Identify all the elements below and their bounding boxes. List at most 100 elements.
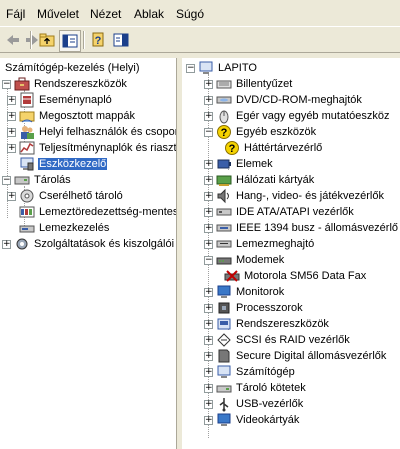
shared-folder-icon [19,111,35,123]
users-icon [21,126,34,139]
device-category-system-devices[interactable]: + Rendszereszközök [204,316,330,332]
expand-toggle[interactable]: + [204,207,213,217]
tree-item-performance-logs[interactable]: + Teljesítménynaplók és riasztások [7,140,176,156]
expand-toggle[interactable]: + [204,335,213,345]
computer-icon [217,365,231,378]
event-viewer-icon [20,92,34,108]
tree-item-disk-management[interactable]: Lemezkezelés [19,220,110,236]
device-storage-controller-unknown[interactable]: ? Háttértárvezérlő [224,140,323,156]
unknown-device-icon: ? [225,141,239,155]
device-category-processors[interactable]: + Processzorok [204,300,304,316]
device-category-modems[interactable]: − Modemek [204,252,285,268]
expand-toggle[interactable]: + [7,191,16,201]
expand-toggle[interactable]: + [204,319,213,329]
question-mark-icon: ? [217,125,231,139]
menu-bar: Fájl Művelet Nézet Ablak Súgó [0,0,400,26]
expand-toggle[interactable]: + [204,351,213,361]
battery-icon [217,159,231,169]
properties-button[interactable] [111,30,131,50]
device-manager-icon [20,157,34,171]
help-button[interactable]: ? [89,30,109,50]
back-button[interactable] [3,30,23,50]
svg-text:?: ? [221,127,228,139]
tree-item-removable-storage[interactable]: + Cserélhető tároló [7,188,124,204]
tree-item-storage[interactable]: − Tárolás [2,172,72,188]
show-hide-tree-button[interactable] [59,30,81,52]
up-level-button[interactable] [37,30,57,50]
device-category-batteries[interactable]: + Elemek [204,156,274,172]
expand-toggle[interactable]: + [204,223,213,233]
expand-toggle[interactable]: + [204,239,213,249]
menu-view[interactable]: Nézet [90,7,121,21]
collapse-toggle[interactable]: − [2,79,11,89]
tree-item-event-viewer[interactable]: + Eseménynapló [7,92,113,108]
storage-volume-icon [216,385,232,393]
expand-toggle[interactable]: + [204,111,213,121]
floppy-drive-icon [216,240,232,248]
console-tree-pane[interactable]: Számítógép-kezelés (Helyi) − Rendszeresz… [0,58,177,449]
expand-toggle[interactable]: + [7,95,16,105]
tree-item-disk-defragmenter[interactable]: Lemeztöredezettség-mentesítő [19,204,176,220]
network-adapter-icon [216,175,232,186]
device-category-display-adapters[interactable]: + Videokártyák [204,412,300,428]
performance-icon [19,141,35,155]
collapse-toggle[interactable]: − [204,127,213,137]
expand-toggle[interactable]: + [204,399,213,409]
collapse-toggle[interactable]: − [2,175,11,185]
mouse-icon [219,110,229,124]
expand-toggle[interactable]: + [204,79,213,89]
expand-toggle[interactable]: + [204,191,213,201]
tree-item-system-tools[interactable]: − Rendszereszközök [2,76,128,92]
expand-toggle[interactable]: + [204,159,213,169]
device-category-network-adapters[interactable]: + Hálózati kártyák [204,172,315,188]
menu-action[interactable]: Művelet [37,7,79,21]
device-motorola-modem[interactable]: Motorola SM56 Data Fax [224,268,367,284]
menu-file[interactable]: Fájl [6,7,25,21]
disk-management-icon [19,225,35,233]
device-category-secure-digital[interactable]: + Secure Digital állomásvezérlők [204,348,387,364]
device-category-ide-ata[interactable]: + IDE ATA/ATAPI vezérlők [204,204,355,220]
device-category-monitors[interactable]: + Monitorok [204,284,285,300]
device-root-computer[interactable]: − LAPITO [186,60,258,76]
tree-item-local-users-groups[interactable]: + Helyi felhasználók és csoportok [7,124,176,140]
device-category-sound-video-game[interactable]: + Hang-, video- és játékvezérlők [204,188,385,204]
monitor-icon [217,285,231,298]
expand-toggle[interactable]: + [204,95,213,105]
device-category-mouse[interactable]: + Egér vagy egyéb mutatóeszköz [204,108,390,124]
toolbar: ? [0,26,400,53]
scsi-icon [217,333,231,347]
tree-item-device-manager[interactable]: Eszközkezelő [19,156,108,172]
device-category-ieee1394[interactable]: + IEEE 1394 busz - állomásvezérlő [204,220,399,236]
expand-toggle[interactable]: + [204,303,213,313]
tree-root-computer-management[interactable]: Számítógép-kezelés (Helyi) [4,60,141,76]
device-category-other-devices[interactable]: − ? Egyéb eszközök [204,124,317,140]
expand-toggle[interactable]: + [204,367,213,377]
device-tree-pane[interactable]: − LAPITO + Billentyűzet + DVD/CD-ROM-meg… [182,58,400,449]
device-category-storage-volumes[interactable]: + Tároló kötetek [204,380,307,396]
tree-item-shared-folders[interactable]: + Megosztott mappák [7,108,136,124]
disabled-device-icon [224,270,240,282]
expand-toggle[interactable]: + [204,415,213,425]
collapse-toggle[interactable]: − [204,255,213,265]
device-category-scsi-raid[interactable]: + SCSI és RAID vezérlők [204,332,351,348]
expand-toggle[interactable]: + [7,111,16,121]
menu-window[interactable]: Ablak [134,7,164,21]
device-category-floppy[interactable]: + Lemezmeghajtó [204,236,315,252]
expand-toggle[interactable]: + [204,287,213,297]
expand-toggle[interactable]: + [7,143,16,153]
device-category-usb[interactable]: + USB-vezérlők [204,396,304,412]
tree-item-services-applications[interactable]: + Szolgáltatások és kiszolgálói alkalmaz… [2,236,176,252]
svg-text:?: ? [229,143,236,155]
expand-toggle[interactable]: + [204,383,213,393]
device-category-keyboard[interactable]: + Billentyűzet [204,76,293,92]
expand-toggle[interactable]: + [7,127,16,137]
menu-help[interactable]: Súgó [176,7,204,21]
device-category-computer[interactable]: + Számítógép [204,364,296,380]
modem-icon [216,257,232,265]
tree-panel-icon [62,34,78,48]
ide-controller-icon [216,208,232,216]
device-category-dvd-cdrom[interactable]: + DVD/CD-ROM-meghajtók [204,92,363,108]
collapse-toggle[interactable]: − [186,63,195,73]
expand-toggle[interactable]: + [204,175,213,185]
expand-toggle[interactable]: + [2,239,11,249]
